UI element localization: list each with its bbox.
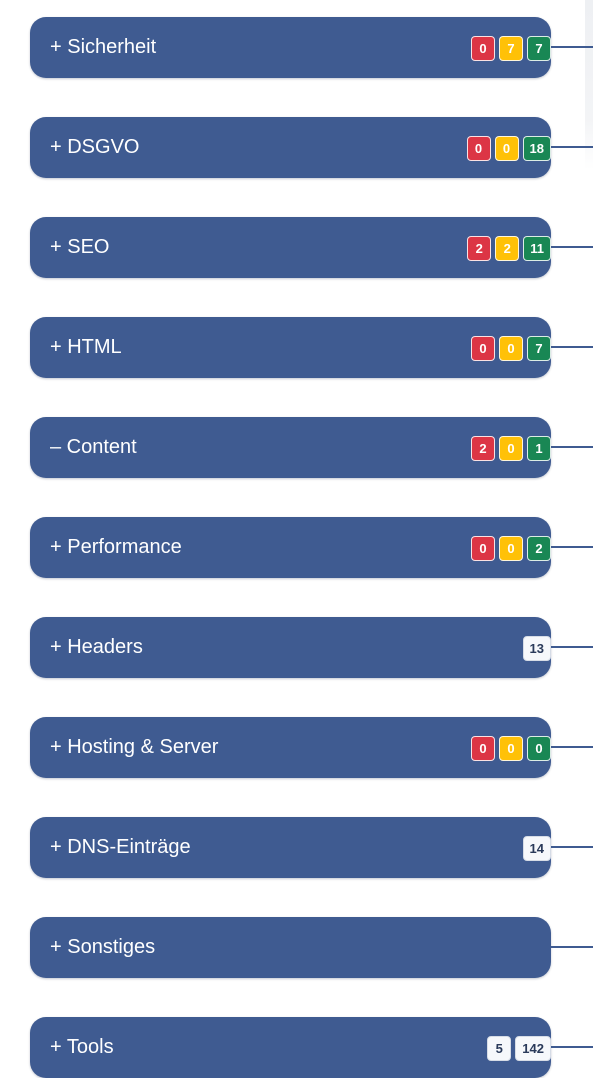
ok-count-badge: 2: [527, 536, 551, 561]
warning-count-badge: 7: [499, 36, 523, 61]
section-label: + SEO: [50, 236, 110, 258]
ok-count-badge: 1: [527, 436, 551, 461]
warning-count-badge: 2: [495, 236, 520, 261]
section-label: + Sicherheit: [50, 36, 157, 58]
count-badge: 13: [522, 636, 551, 661]
connector-line: [551, 246, 593, 248]
status-badges: 0 0 2: [471, 536, 551, 561]
connector-line: [551, 46, 593, 48]
section-toggle-tools[interactable]: + Tools 5 142: [30, 1017, 551, 1078]
warning-count-badge: 0: [499, 536, 523, 561]
connector-line: [551, 846, 593, 848]
connector-line: [551, 446, 593, 448]
section-toggle-sonstiges[interactable]: + Sonstiges: [30, 917, 551, 978]
section-toggle-html[interactable]: + HTML 0 0 7: [30, 317, 551, 378]
status-badges: 13: [522, 636, 551, 661]
connector-line: [551, 546, 593, 548]
nav-row-dns-eintraege: + DNS-Einträge 14: [30, 817, 593, 878]
nav-row-headers: + Headers 13: [30, 617, 593, 678]
status-badges: 0 0 7: [471, 336, 551, 361]
count-badge: 14: [522, 836, 551, 861]
section-toggle-content[interactable]: – Content 2 0 1: [30, 417, 551, 478]
status-badges: 0 0 18: [466, 136, 551, 161]
ok-count-badge: 0: [527, 736, 551, 761]
section-label: + Performance: [50, 536, 182, 558]
section-label: + HTML: [50, 336, 122, 358]
section-toggle-sicherheit[interactable]: + Sicherheit 0 7 7: [30, 17, 551, 78]
status-badges: 14: [522, 836, 551, 861]
connector-line: [551, 946, 593, 948]
error-count-badge: 2: [471, 436, 495, 461]
section-label: + Tools: [50, 1036, 114, 1058]
section-toggle-performance[interactable]: + Performance 0 0 2: [30, 517, 551, 578]
nav-row-dsgvo: + DSGVO 0 0 18: [30, 117, 593, 178]
nav-row-tools: + Tools 5 142: [30, 1017, 593, 1078]
status-badges: 0 0 0: [471, 736, 551, 761]
count-badge: 142: [515, 1036, 551, 1061]
nav-row-hosting-server: + Hosting & Server 0 0 0: [30, 717, 593, 778]
section-toggle-seo[interactable]: + SEO 2 2 11: [30, 217, 551, 278]
connector-line: [551, 746, 593, 748]
section-label: + DNS-Einträge: [50, 836, 191, 858]
ok-count-badge: 7: [527, 36, 551, 61]
connector-line: [551, 146, 593, 148]
ok-count-badge: 11: [523, 236, 551, 261]
section-label: + DSGVO: [50, 136, 140, 158]
connector-line: [551, 646, 593, 648]
section-toggle-dsgvo[interactable]: + DSGVO 0 0 18: [30, 117, 551, 178]
error-count-badge: 0: [471, 536, 495, 561]
warning-count-badge: 0: [499, 436, 523, 461]
nav-row-performance: + Performance 0 0 2: [30, 517, 593, 578]
error-count-badge: 0: [471, 336, 495, 361]
nav-row-html: + HTML 0 0 7: [30, 317, 593, 378]
nav-row-content: – Content 2 0 1: [30, 417, 593, 478]
nav-row-sicherheit: + Sicherheit 0 7 7: [30, 17, 593, 78]
nav-row-seo: + SEO 2 2 11: [30, 217, 593, 278]
section-label: + Sonstiges: [50, 936, 156, 958]
error-count-badge: 0: [466, 136, 491, 161]
ok-count-badge: 7: [527, 336, 551, 361]
section-toggle-dns-eintraege[interactable]: + DNS-Einträge 14: [30, 817, 551, 878]
status-badges: 2 0 1: [471, 436, 551, 461]
warning-count-badge: 0: [494, 136, 519, 161]
warning-count-badge: 0: [499, 736, 523, 761]
count-badge: 5: [487, 1036, 512, 1061]
status-badges: 0 7 7: [471, 36, 551, 61]
error-count-badge: 2: [467, 236, 492, 261]
status-badges: 5 142: [487, 1036, 551, 1061]
error-count-badge: 0: [471, 736, 495, 761]
ok-count-badge: 18: [522, 136, 551, 161]
connector-line: [551, 1046, 593, 1048]
error-count-badge: 0: [471, 36, 495, 61]
connector-line: [551, 346, 593, 348]
nav-row-sonstiges: + Sonstiges: [30, 917, 593, 978]
section-toggle-hosting-server[interactable]: + Hosting & Server 0 0 0: [30, 717, 551, 778]
section-label: + Headers: [50, 636, 143, 658]
status-badges: 2 2 11: [467, 236, 551, 261]
warning-count-badge: 0: [499, 336, 523, 361]
section-label: – Content: [50, 436, 137, 458]
section-nav-list: + Sicherheit 0 7 7 + DSGVO 0 0 18 + SEO …: [30, 17, 593, 1078]
section-toggle-headers[interactable]: + Headers 13: [30, 617, 551, 678]
section-label: + Hosting & Server: [50, 736, 219, 758]
